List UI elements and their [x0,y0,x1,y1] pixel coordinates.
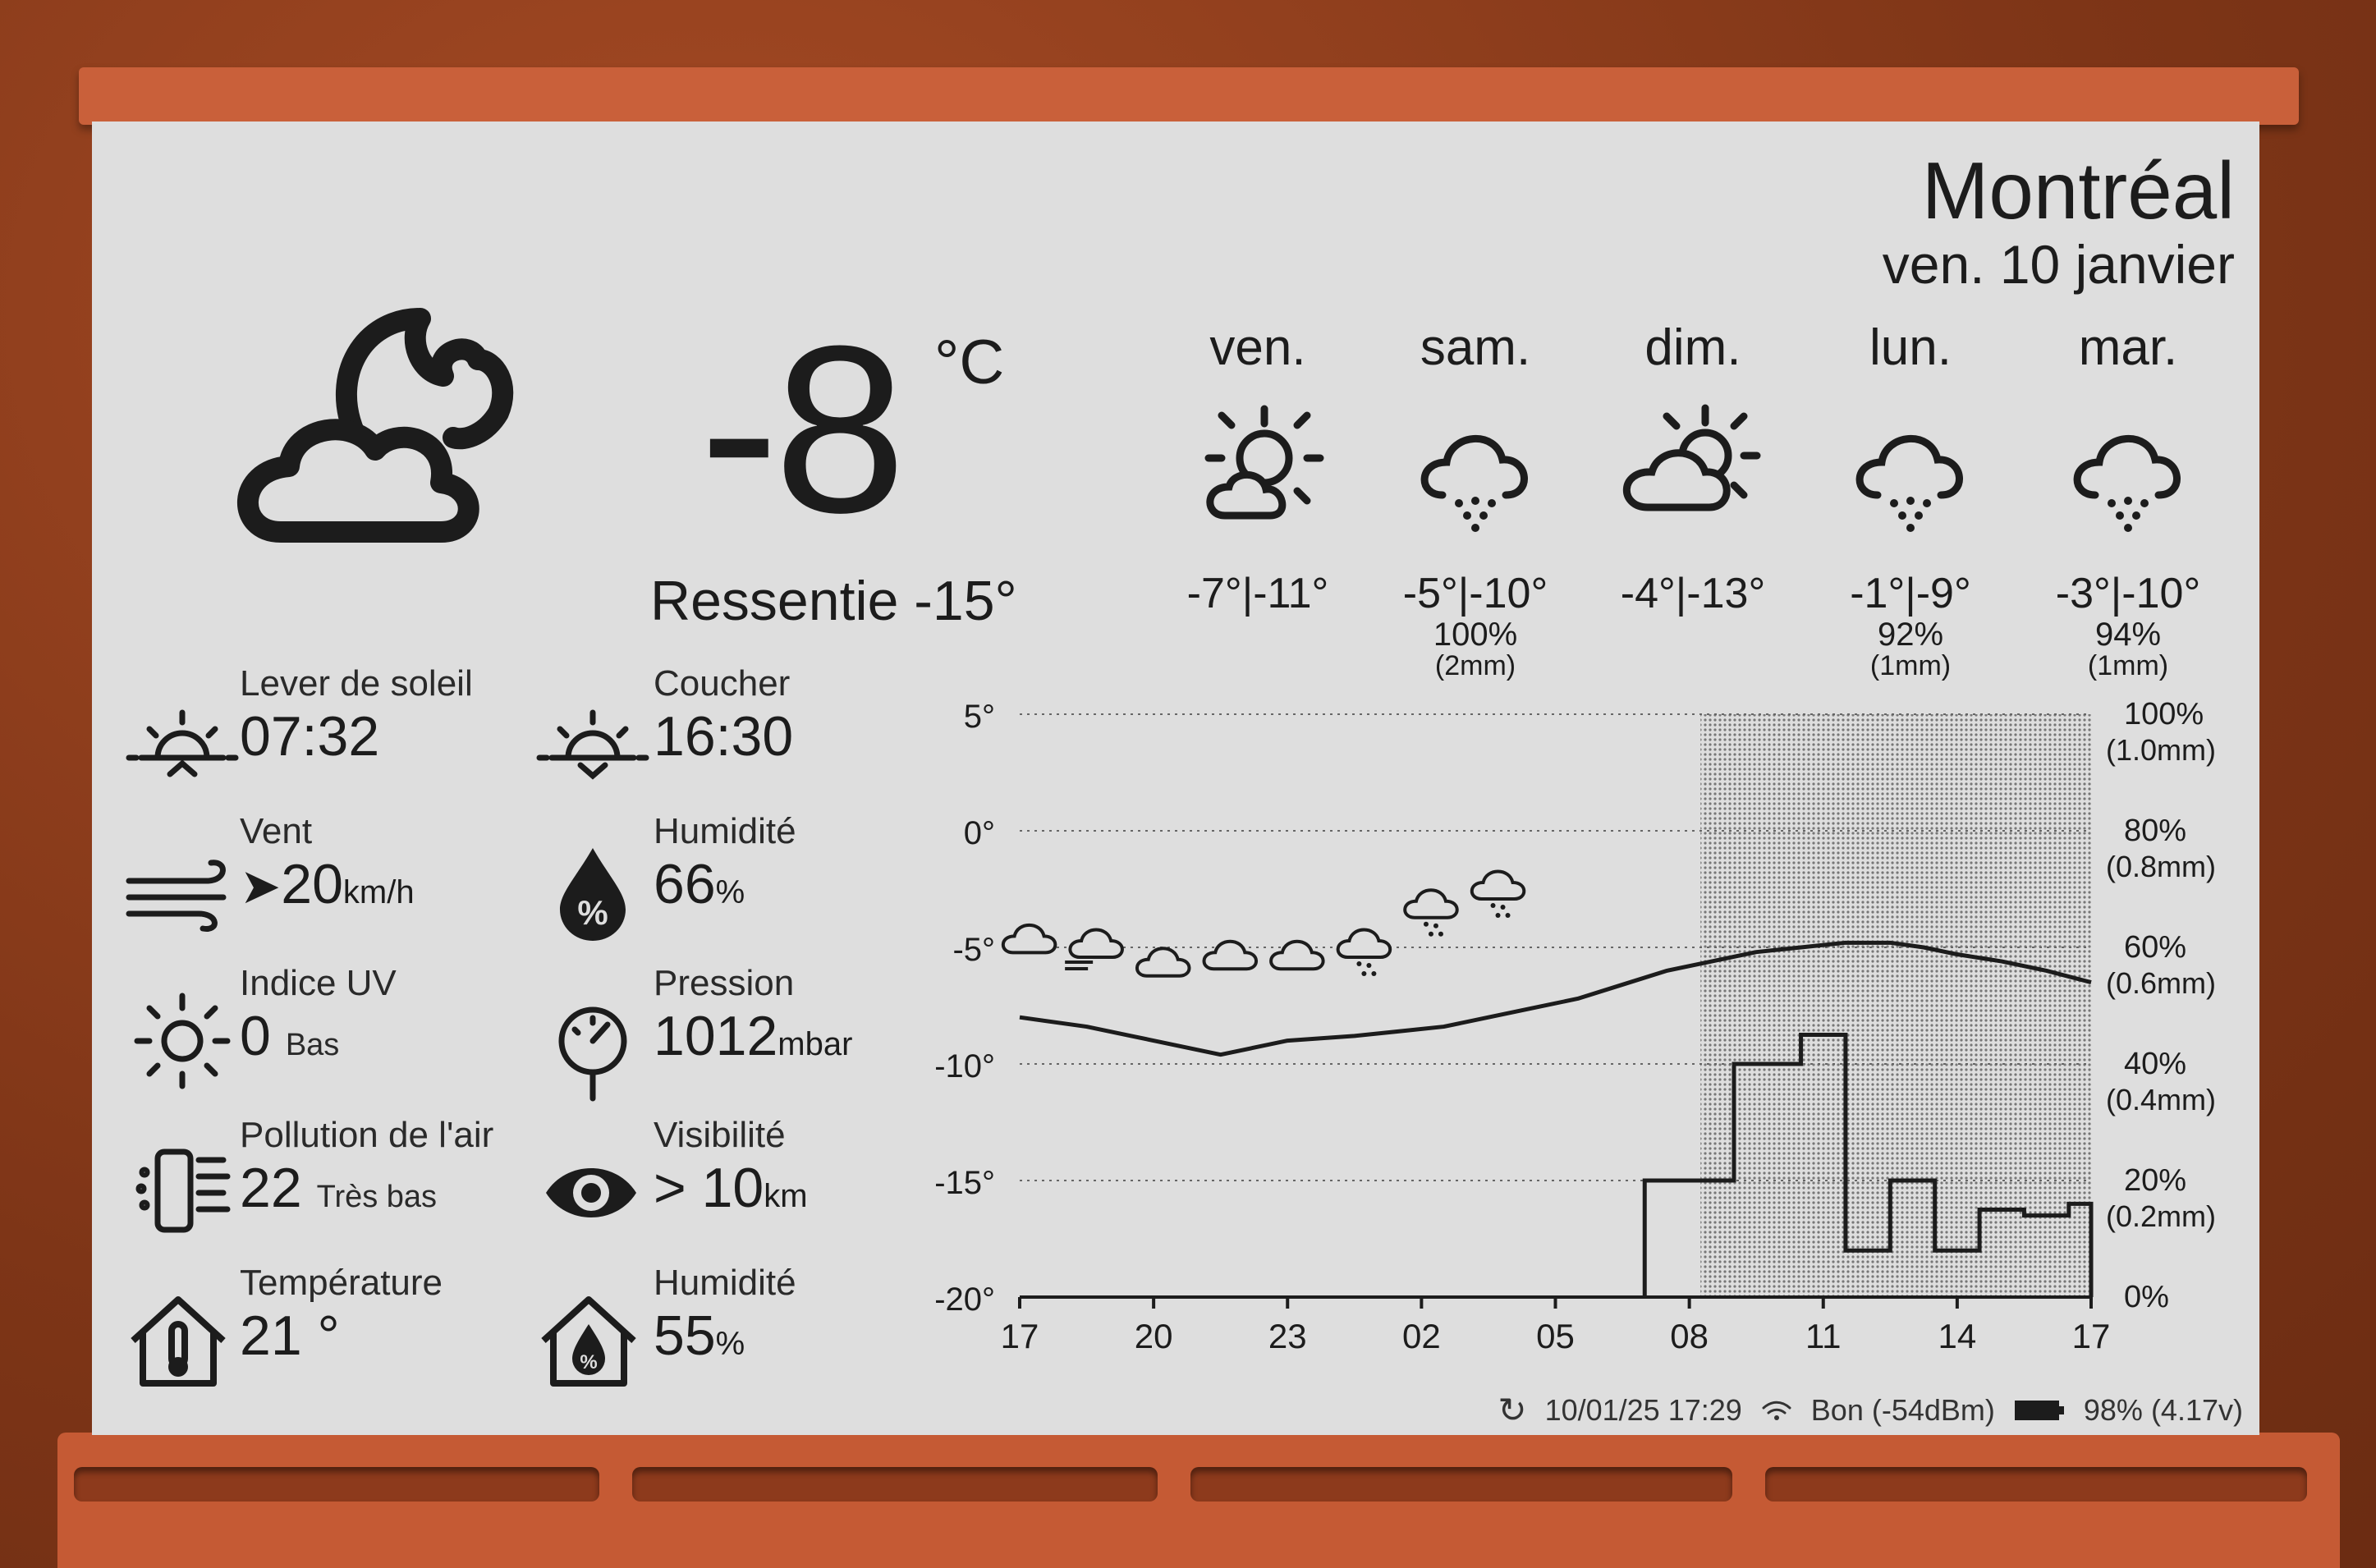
hourly-snowflake [1438,931,1443,937]
y2-tick-pct: 80% [2124,814,2186,848]
y2-tick-pct: 0% [2124,1280,2169,1314]
device-frame-top [79,67,2299,125]
hourly-snowflake [1356,961,1362,966]
y2-tick-mm: (0.2mm) [2106,1199,2216,1233]
y2-tick-mm: (1.0mm) [2106,733,2216,767]
x-tick-label: 23 [1268,1317,1307,1355]
y-tick-label: 5° [964,699,995,735]
last-updated: 10/01/25 17:29 [1544,1392,1742,1427]
hourly-wind-lines [1065,961,1094,970]
y-tick-label: 0° [964,815,995,851]
y2-tick-mm: (0.4mm) [2106,1083,2216,1116]
battery-icon [2014,1400,2064,1420]
cloud-icon [1135,947,1191,978]
y2-tick-pct: 100% [2124,697,2204,731]
y2-tick-pct: 20% [2124,1163,2186,1198]
hourly-snowflake [1428,931,1433,937]
x-tick-label: 17 [2072,1317,2111,1355]
base-slot [74,1467,599,1502]
hourly-cloud-shape [1470,869,1526,901]
hourly-snowflake [1423,921,1429,927]
eink-display: Montréal ven. 10 janvier -8 °C Ressentie… [92,121,2259,1435]
y2-tick-mm: (0.6mm) [2106,966,2216,1000]
hourly-snowflake [1490,903,1496,908]
y-tick-label: -15° [934,1165,995,1201]
snow-cloud-icon [1336,928,1392,976]
hourly-snowflake [1505,913,1511,918]
hourly-snowflake [1495,913,1501,918]
x-tick-label: 05 [1536,1317,1575,1355]
y-tick-label: -5° [952,932,995,968]
x-tick-label: 08 [1670,1317,1709,1355]
hourly-snowflake [1500,905,1506,910]
wifi-strength: Bon (-54dBm) [1810,1392,1995,1427]
x-tick-label: 02 [1402,1317,1441,1355]
refresh-icon: ↻ [1498,1391,1527,1429]
cloud-icon [1202,939,1259,971]
base-slot [1765,1467,2307,1502]
hourly-forecast-chart: 5° 100%(1.0mm) 0° 80%(0.8mm) -5° 60%(0.6mm) -1… [934,697,2216,1355]
hourly-snowflake [1371,971,1377,976]
partly-cloudy-night-icon [1001,923,1057,955]
hourly-snowflake [1361,971,1367,976]
hourly-snowflake [1366,963,1372,968]
hourly-cloud-shape [1068,928,1124,959]
hourly-cloud-shape [1001,923,1057,955]
y2-tick-pct: 40% [2124,1047,2186,1081]
hourly-snowflake [1433,923,1438,928]
hourly-cloud-shape [1135,947,1191,978]
device-frame-base [57,1433,2340,1568]
y-tick-label: -10° [934,1048,995,1084]
precip-shade-region [1700,714,2091,1297]
y2-tick-pct: 60% [2124,930,2186,965]
base-slot [1190,1467,1732,1502]
snow-cloud-icon [1403,888,1459,937]
cloud-icon [1269,939,1325,971]
status-bar: ↻ 10/01/25 17:29 Bon (-54dBm) 98% (4.17v… [1498,1390,2243,1430]
base-slot [632,1467,1158,1502]
x-tick-label: 11 [1805,1317,1842,1355]
hourly-cloud-shape [1269,939,1325,971]
y-tick-label: -20° [934,1281,995,1318]
battery-level: 98% (4.17v) [2083,1392,2243,1427]
hourly-cloud-shape [1202,939,1259,971]
snow-cloud-icon [1470,869,1526,918]
cloud-wind-icon [1065,928,1124,970]
x-tick-label: 14 [1938,1317,1977,1355]
x-tick-label: 20 [1135,1317,1173,1355]
wifi-icon [1762,1401,1791,1420]
hourly-cloud-shape [1336,928,1392,959]
hourly-cloud-shape [1403,888,1459,919]
x-tick-label: 17 [1001,1317,1039,1355]
y2-tick-mm: (0.8mm) [2106,850,2216,883]
